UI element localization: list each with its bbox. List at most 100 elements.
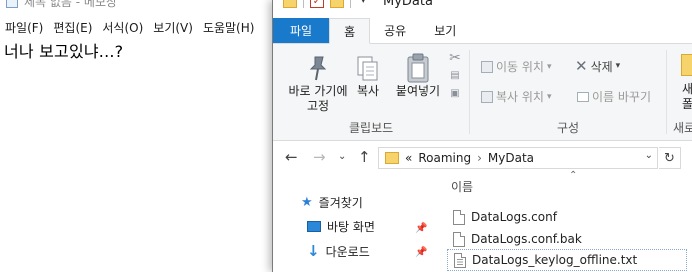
explorer-window: ✓ ▾ MyData 파일 홈 공유 보기 바로 가기에 고정 복사 붙여넣기 … xyxy=(272,0,692,272)
organize-group-label: 구성 xyxy=(557,121,580,135)
tab-share[interactable]: 공유 xyxy=(370,18,420,43)
forward-arrow-icon[interactable]: → xyxy=(313,148,326,166)
star-icon: ★ xyxy=(301,195,313,210)
toolbar-divider xyxy=(303,0,304,8)
copy-button[interactable]: 복사 xyxy=(353,54,383,99)
pin-icon xyxy=(306,54,330,84)
ribbon-divider xyxy=(469,50,470,134)
file-row[interactable]: DataLogs_keylog_offline.txt xyxy=(447,249,687,271)
rename-icon xyxy=(577,91,589,102)
breadcrumb-roaming[interactable]: Roaming xyxy=(418,151,471,165)
move-to-label: 이동 위치 xyxy=(496,60,544,74)
tab-view[interactable]: 보기 xyxy=(420,18,470,43)
address-history-chevron-icon[interactable]: ⌄ xyxy=(645,150,653,161)
pinned-icon[interactable]: 📌 xyxy=(415,223,427,234)
notepad-title-bar: 제목 없음 - 메모장 xyxy=(0,0,275,10)
pinned-icon[interactable]: 📌 xyxy=(415,247,427,258)
nav-desktop[interactable]: 바탕 화면 xyxy=(307,218,375,235)
notepad-text-area[interactable]: 너나 보고있냐...? xyxy=(4,38,123,62)
copy-to-icon xyxy=(481,90,493,103)
refresh-icon[interactable]: ↻ xyxy=(659,147,681,169)
file-list-pane: ⌃ 이름 DataLogs.conf DataLogs.conf.bak Dat… xyxy=(439,170,692,272)
menu-edit[interactable]: 편집(E) xyxy=(48,17,97,37)
file-row[interactable]: DataLogs.conf xyxy=(447,206,687,228)
notepad-title: 제목 없음 - 메모장 xyxy=(24,0,118,9)
chevron-down-icon: ▾ xyxy=(615,61,621,71)
quick-access-toolbar: ✓ ▾ xyxy=(283,0,366,8)
ribbon: 바로 가기에 고정 복사 붙여넣기 ✂ ▤ ▣ 클립보드 이동 위치 ▾ 복사 … xyxy=(273,44,692,141)
clipboard-group: 바로 가기에 고정 복사 붙여넣기 ✂ ▤ ▣ 클립보드 xyxy=(273,44,467,141)
notepad-menubar: 파일(F) 편집(E) 서식(O) 보기(V) 도움말(H) xyxy=(0,17,275,37)
file-icon xyxy=(453,231,465,247)
menu-format[interactable]: 서식(O) xyxy=(97,17,148,37)
new-folder-label-partial-2: 폴 xyxy=(682,97,692,111)
window-title: MyData xyxy=(383,0,433,9)
tab-file[interactable]: 파일 xyxy=(273,18,330,43)
new-folder-icon[interactable] xyxy=(330,0,344,8)
move-to-icon xyxy=(481,60,493,73)
explorer-title-bar: ✓ ▾ MyData xyxy=(273,0,692,16)
file-name: DataLogs.conf xyxy=(471,210,557,224)
chevron-down-icon: ▾ xyxy=(546,61,552,72)
clipboard-group-label: 클립보드 xyxy=(349,121,394,135)
organize-group: 이동 위치 ▾ 복사 위치 ▾ ✕ 삭제 ▾ 이름 바꾸기 구성 xyxy=(473,44,665,141)
file-row[interactable]: DataLogs.conf.bak xyxy=(447,228,687,250)
menu-help[interactable]: 도움말(H) xyxy=(198,17,260,37)
nav-downloads-label: 다운로드 xyxy=(325,244,370,259)
breadcrumb-mydata[interactable]: MyData xyxy=(488,151,534,165)
delete-button[interactable]: ✕ 삭제 ▾ xyxy=(575,57,620,75)
paste-icon xyxy=(404,52,432,84)
folder-icon xyxy=(385,152,399,164)
address-bar[interactable]: « Roaming › MyData ⌄ xyxy=(378,147,658,169)
desktop-icon xyxy=(307,221,321,232)
nav-quick-access-label: 즐겨찾기 xyxy=(318,196,363,210)
move-to-button[interactable]: 이동 위치 ▾ xyxy=(481,58,552,75)
folder-icon xyxy=(283,0,297,8)
nav-desktop-label: 바탕 화면 xyxy=(327,220,375,234)
recent-locations-chevron-icon[interactable]: ⌄ xyxy=(338,151,346,162)
nav-downloads[interactable]: ↓ 다운로드 xyxy=(307,242,370,260)
menu-view[interactable]: 보기(V) xyxy=(148,17,198,37)
cut-icon[interactable]: ✂ xyxy=(447,50,463,70)
file-icon xyxy=(453,209,465,225)
new-folder-icon[interactable] xyxy=(681,54,692,76)
delete-icon: ✕ xyxy=(575,57,588,75)
tab-home[interactable]: 홈 xyxy=(329,18,371,44)
paste-label: 붙여넣기 xyxy=(395,84,441,98)
copy-icon xyxy=(355,54,381,84)
back-arrow-icon[interactable]: ← xyxy=(285,148,298,166)
rename-label: 이름 바꾸기 xyxy=(592,90,652,104)
delete-label: 삭제 xyxy=(590,59,613,74)
breadcrumb-separator-icon[interactable]: › xyxy=(477,151,482,165)
address-row: ← → ⌄ ↑ « Roaming › MyData ⌄ ↻ xyxy=(273,144,692,170)
paste-shortcut-icon[interactable]: ▣ xyxy=(447,88,463,106)
paste-button[interactable]: 붙여넣기 xyxy=(391,52,445,99)
ribbon-divider xyxy=(666,50,667,134)
customize-toolbar-icon[interactable]: ▾ xyxy=(361,0,366,6)
up-arrow-icon[interactable]: ↑ xyxy=(358,148,371,166)
pin-label-line1: 바로 가기에 xyxy=(288,84,348,98)
copy-label: 복사 xyxy=(356,84,380,98)
navigation-pane: ★ 즐겨찾기 바탕 화면 📌 ↓ 다운로드 📌 xyxy=(273,172,435,272)
clipboard-small-actions: ✂ ▤ ▣ xyxy=(447,50,463,106)
column-header-name[interactable]: 이름 xyxy=(451,178,473,195)
chevron-down-icon: ▾ xyxy=(546,91,552,102)
file-name: DataLogs.conf.bak xyxy=(471,232,582,246)
rename-button[interactable]: 이름 바꾸기 xyxy=(577,88,651,105)
file-name: DataLogs_keylog_offline.txt xyxy=(472,253,638,267)
notepad-icon xyxy=(6,0,18,8)
new-group: 새 폴 새로 xyxy=(671,44,692,141)
pin-to-quick-access-button[interactable]: 바로 가기에 고정 xyxy=(281,54,355,114)
properties-icon[interactable]: ✓ xyxy=(310,0,324,8)
copy-path-icon[interactable]: ▤ xyxy=(447,70,463,88)
menu-file[interactable]: 파일(F) xyxy=(0,17,48,37)
address-overflow[interactable]: « xyxy=(405,151,412,165)
pin-label-line2: 고정 xyxy=(306,99,330,113)
nav-quick-access[interactable]: ★ 즐겨찾기 xyxy=(301,194,363,211)
ribbon-tabs: 파일 홈 공유 보기 xyxy=(273,18,692,44)
copy-to-label: 복사 위치 xyxy=(496,90,544,104)
toolbar-divider xyxy=(350,0,351,8)
copy-to-button[interactable]: 복사 위치 ▾ xyxy=(481,88,552,105)
new-group-label: 새로 xyxy=(673,121,692,135)
download-arrow-icon: ↓ xyxy=(307,242,320,260)
